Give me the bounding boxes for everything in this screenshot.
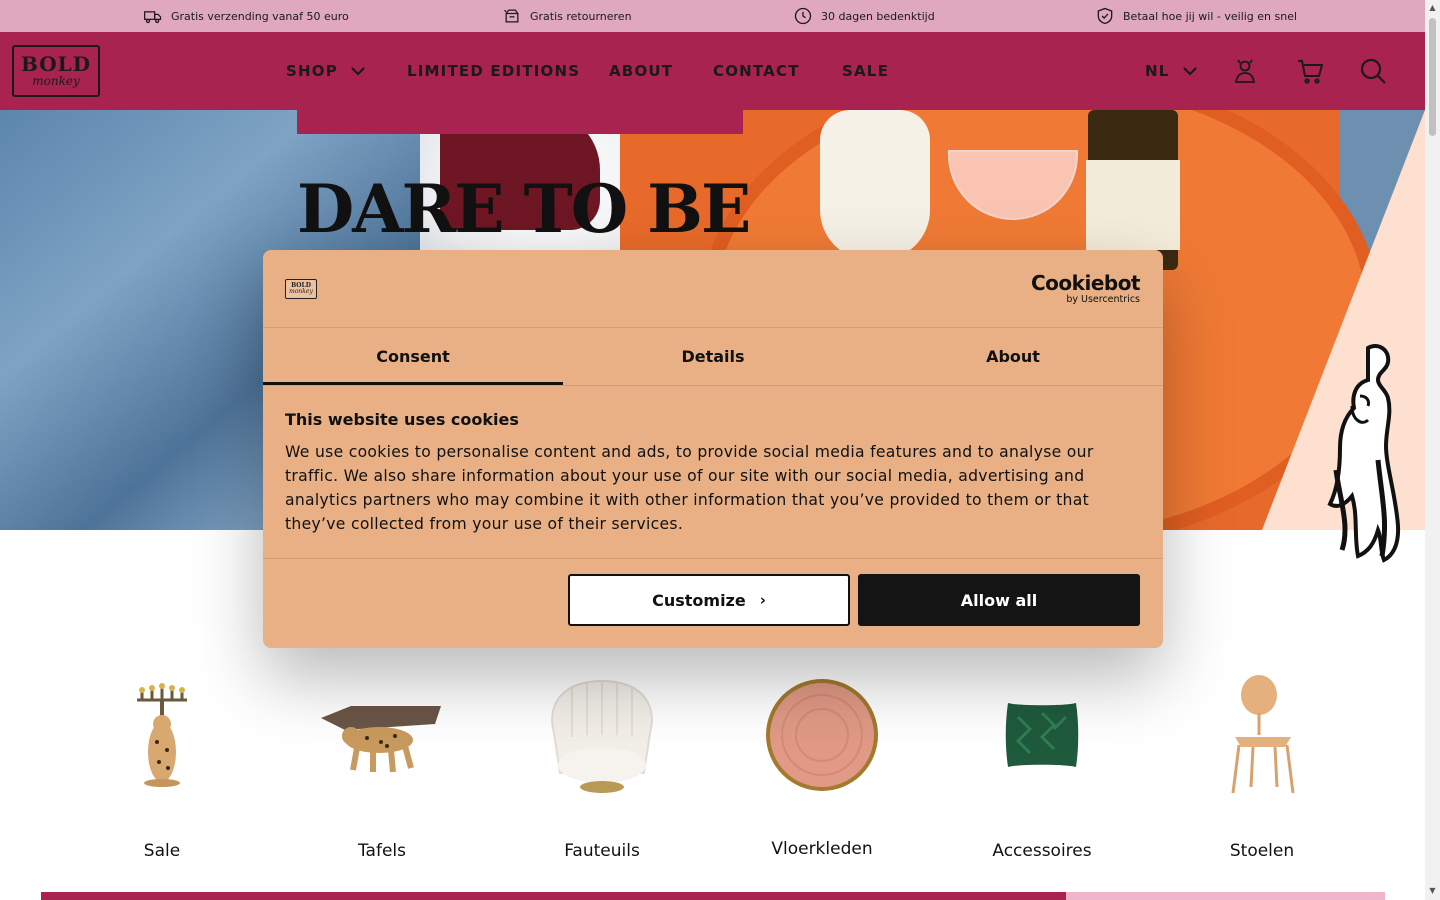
category-label: Stoelen [1229, 841, 1295, 861]
category-vloerkleden[interactable]: Vloerkleden [732, 665, 912, 865]
language-selector[interactable]: NL [1145, 32, 1198, 110]
category-label: Vloerkleden [771, 839, 873, 859]
chevron-right-icon: › [759, 591, 766, 609]
velvet-cushion-icon [1005, 703, 1079, 767]
nav-label: SALE [842, 62, 890, 80]
category-image [1172, 665, 1352, 805]
usp-bar: Gratis verzending vanaf 50 euro Gratis r… [0, 0, 1425, 32]
delivery-truck-icon [144, 11, 162, 24]
hero-image-vase [820, 110, 930, 260]
hero-title-highlight [297, 96, 743, 134]
category-label: Tafels [357, 841, 406, 861]
usp-item-period: 30 dagen bedenktijd [793, 0, 935, 32]
cookiebot-brand-sub: by Usercentrics [1066, 294, 1140, 305]
divider [263, 385, 1163, 386]
logo-subtext: monkey [289, 288, 313, 295]
customize-label: Customize [652, 590, 746, 610]
divider [263, 558, 1163, 559]
clock-icon [794, 7, 812, 25]
scroll-down-arrow-icon[interactable]: ▼ [1428, 886, 1437, 895]
category-fauteuils[interactable]: Fauteuils [512, 665, 692, 865]
nav-sale[interactable]: SALE [842, 32, 889, 110]
allow-all-button[interactable]: Allow all [858, 574, 1140, 626]
logo-text: BOLD [20, 52, 92, 76]
category-image [732, 665, 912, 805]
usp-text: 30 dagen bedenktijd [821, 9, 935, 23]
usp-item-shipping: Gratis verzending vanaf 50 euro [143, 0, 349, 32]
shield-check-icon [1097, 7, 1113, 25]
cart-icon[interactable] [1296, 57, 1324, 85]
category-stoelen[interactable]: Stoelen [1172, 665, 1352, 865]
category-image [292, 665, 472, 805]
round-rug-icon [766, 679, 878, 791]
nav-label: ABOUT [609, 62, 674, 80]
cookie-heading: This website uses cookies [285, 410, 519, 429]
cookiebot-logo[interactable]: Cookiebot by Usercentrics [1031, 271, 1141, 305]
cookie-consent-dialog: BOLD monkey Cookiebot by Usercentrics Co… [263, 250, 1163, 648]
monkey-illustration-icon [1327, 343, 1401, 563]
nav-label: SHOP [286, 62, 338, 80]
leopard-table-icon [321, 706, 441, 773]
usp-item-returns: Gratis retourneren [502, 0, 632, 32]
category-accessoires[interactable]: Accessoires [952, 665, 1132, 865]
return-box-icon [504, 9, 519, 23]
tab-consent[interactable]: Consent [263, 328, 563, 385]
category-label: Fauteuils [564, 841, 640, 861]
category-label: Accessoires [992, 841, 1092, 861]
shell-armchair-icon [551, 679, 653, 793]
page-scrollbar[interactable]: ▲ ▼ [1425, 0, 1440, 900]
category-tafels[interactable]: Tafels [292, 665, 472, 865]
leopard-candelabra-icon [137, 683, 187, 787]
hero-title: DARE TO BE [297, 170, 751, 248]
cookiebot-brand-name: Cookiebot [1031, 271, 1141, 295]
cookie-description: We use cookies to personalise content an… [285, 443, 1094, 533]
category-label: Sale [143, 841, 181, 861]
category-image [72, 665, 252, 805]
bold-monkey-logo[interactable]: BOLD monkey [12, 45, 100, 97]
chevron-down-icon [351, 67, 365, 76]
logo-subtext: monkey [32, 74, 80, 88]
account-icon[interactable] [1231, 57, 1259, 85]
usp-text: Gratis retourneren [530, 9, 632, 23]
tab-details[interactable]: Details [563, 328, 863, 385]
nav-label: LIMITED EDITIONS [407, 62, 581, 80]
usp-item-payment: Betaal hoe jij wil - veilig en snel [1095, 0, 1297, 32]
language-label: NL [1145, 62, 1170, 80]
category-image [512, 665, 692, 805]
carousel-progress-bar [41, 892, 1385, 900]
allow-all-label: Allow all [960, 590, 1038, 610]
search-icon[interactable] [1359, 57, 1387, 85]
scroll-thumb[interactable] [1429, 18, 1436, 136]
scroll-up-arrow-icon[interactable]: ▲ [1428, 3, 1437, 12]
usp-text: Betaal hoe jij wil - veilig en snel [1123, 9, 1298, 23]
nav-label: CONTACT [713, 62, 800, 80]
cookie-tabs: Consent Details About [263, 328, 1163, 385]
usp-text: Gratis verzending vanaf 50 euro [171, 9, 349, 23]
bold-monkey-logo: BOLD monkey [285, 279, 317, 299]
hero-image-bottle-label [1086, 160, 1180, 250]
category-image [952, 665, 1132, 805]
chevron-down-icon [1182, 67, 1197, 76]
carousel-progress-fill [41, 892, 1067, 900]
chair-icon [1231, 675, 1295, 794]
tab-about[interactable]: About [863, 328, 1163, 385]
category-sale[interactable]: Sale [72, 665, 252, 865]
customize-button[interactable]: Customize › [568, 574, 850, 626]
